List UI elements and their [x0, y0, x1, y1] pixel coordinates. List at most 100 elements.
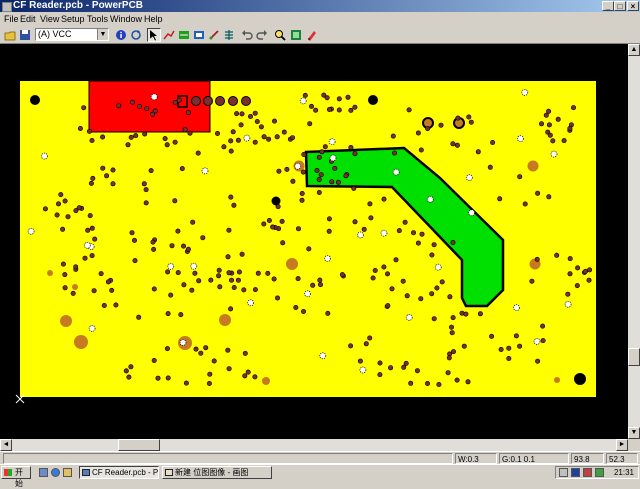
via[interactable]: [255, 270, 261, 276]
via[interactable]: [228, 306, 234, 312]
via[interactable]: [144, 105, 150, 111]
via[interactable]: [402, 219, 408, 225]
via[interactable]: [274, 295, 280, 301]
test-point[interactable]: [27, 227, 35, 235]
via[interactable]: [185, 246, 191, 252]
via[interactable]: [141, 181, 147, 187]
via[interactable]: [234, 111, 240, 117]
test-point[interactable]: [88, 325, 96, 332]
via[interactable]: [208, 277, 214, 283]
via[interactable]: [196, 278, 202, 284]
via[interactable]: [137, 103, 143, 109]
close-button[interactable]: ×: [627, 1, 639, 11]
scroll-left-icon[interactable]: ◄: [0, 439, 12, 451]
via[interactable]: [448, 324, 454, 330]
via[interactable]: [113, 302, 119, 308]
via[interactable]: [242, 373, 248, 379]
via[interactable]: [133, 133, 139, 139]
test-point[interactable]: [521, 89, 529, 96]
pcb-canvas[interactable]: [0, 44, 628, 439]
via[interactable]: [302, 92, 308, 98]
vertical-scroll-thumb[interactable]: [628, 348, 640, 366]
via[interactable]: [454, 142, 460, 148]
via[interactable]: [143, 187, 149, 193]
via[interactable]: [336, 96, 342, 102]
via[interactable]: [228, 138, 234, 144]
menu-view[interactable]: View: [40, 13, 59, 25]
via[interactable]: [151, 357, 157, 363]
via[interactable]: [226, 366, 232, 372]
highlight-icon[interactable]: [305, 28, 319, 42]
via[interactable]: [284, 166, 290, 172]
test-point[interactable]: [319, 352, 327, 360]
via[interactable]: [143, 200, 149, 206]
scroll-up-icon[interactable]: ▲: [628, 44, 640, 56]
via[interactable]: [351, 185, 357, 191]
via[interactable]: [310, 282, 316, 288]
test-point[interactable]: [299, 97, 307, 105]
via[interactable]: [415, 130, 421, 136]
via[interactable]: [377, 372, 383, 378]
via[interactable]: [271, 118, 277, 124]
via[interactable]: [419, 231, 425, 237]
via[interactable]: [276, 168, 282, 174]
via[interactable]: [582, 268, 588, 274]
via[interactable]: [126, 374, 132, 380]
via[interactable]: [123, 368, 129, 374]
via[interactable]: [404, 293, 410, 299]
via[interactable]: [150, 111, 156, 117]
report-icon[interactable]: [207, 28, 221, 42]
via[interactable]: [335, 179, 341, 185]
test-point[interactable]: [324, 255, 331, 262]
via[interactable]: [151, 246, 157, 252]
via[interactable]: [195, 150, 201, 156]
via[interactable]: [439, 279, 445, 285]
via[interactable]: [345, 94, 351, 100]
via[interactable]: [87, 213, 93, 219]
test-point[interactable]: [405, 314, 413, 321]
undo-icon[interactable]: [240, 28, 254, 42]
test-point[interactable]: [328, 138, 336, 146]
via[interactable]: [393, 257, 399, 263]
via[interactable]: [101, 302, 107, 308]
via[interactable]: [565, 291, 571, 297]
via[interactable]: [104, 173, 110, 179]
scroll-right-icon[interactable]: ►: [616, 439, 628, 451]
via[interactable]: [128, 364, 134, 370]
via[interactable]: [55, 201, 61, 207]
test-point[interactable]: [179, 339, 187, 346]
via[interactable]: [438, 122, 444, 128]
test-point[interactable]: [41, 152, 48, 160]
via[interactable]: [368, 215, 374, 221]
via[interactable]: [370, 275, 376, 281]
via[interactable]: [179, 166, 185, 172]
via[interactable]: [326, 228, 332, 234]
refresh-icon[interactable]: [129, 28, 143, 42]
horizontal-scroll-thumb[interactable]: [118, 439, 160, 451]
via[interactable]: [561, 138, 567, 144]
via[interactable]: [239, 251, 245, 257]
via[interactable]: [466, 114, 472, 120]
via[interactable]: [105, 279, 111, 285]
via[interactable]: [125, 142, 131, 148]
via[interactable]: [151, 286, 157, 292]
via[interactable]: [252, 139, 258, 145]
via[interactable]: [454, 377, 460, 383]
via[interactable]: [62, 285, 68, 291]
via[interactable]: [215, 131, 221, 137]
via[interactable]: [318, 172, 324, 178]
drc-icon[interactable]: [177, 28, 191, 42]
via[interactable]: [116, 103, 122, 109]
pcb-workspace[interactable]: [0, 44, 628, 439]
via[interactable]: [418, 147, 424, 153]
via[interactable]: [165, 311, 171, 317]
via[interactable]: [62, 272, 68, 278]
via[interactable]: [361, 226, 367, 232]
via[interactable]: [567, 271, 573, 277]
mounting-hole[interactable]: [271, 196, 281, 206]
via[interactable]: [445, 370, 451, 376]
menu-setup[interactable]: Setup: [61, 13, 85, 25]
via[interactable]: [176, 97, 182, 103]
via[interactable]: [468, 119, 474, 125]
via[interactable]: [316, 154, 322, 160]
